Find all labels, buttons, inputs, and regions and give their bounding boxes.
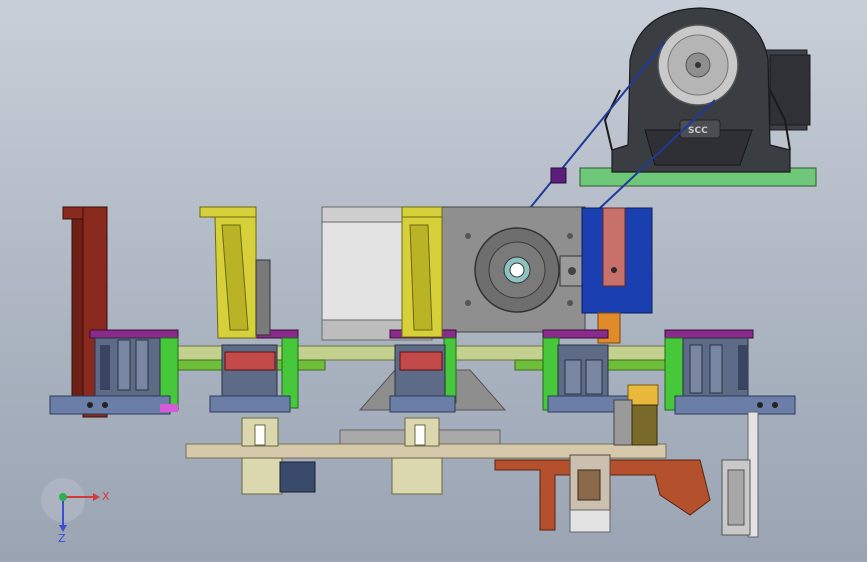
cad-viewport[interactable]: SCC X Z bbox=[0, 0, 867, 562]
x-axis-label: X bbox=[102, 490, 110, 503]
station-module-1 bbox=[49, 329, 179, 415]
gear-motor: SCC bbox=[603, 7, 811, 173]
motor-brand-label: SCC bbox=[688, 126, 708, 136]
coordinate-triad: X Z bbox=[41, 478, 110, 545]
assembly-drawing: SCC X Z bbox=[41, 7, 817, 545]
drive-side-plate bbox=[581, 207, 653, 344]
z-axis-label: Z bbox=[58, 532, 66, 545]
